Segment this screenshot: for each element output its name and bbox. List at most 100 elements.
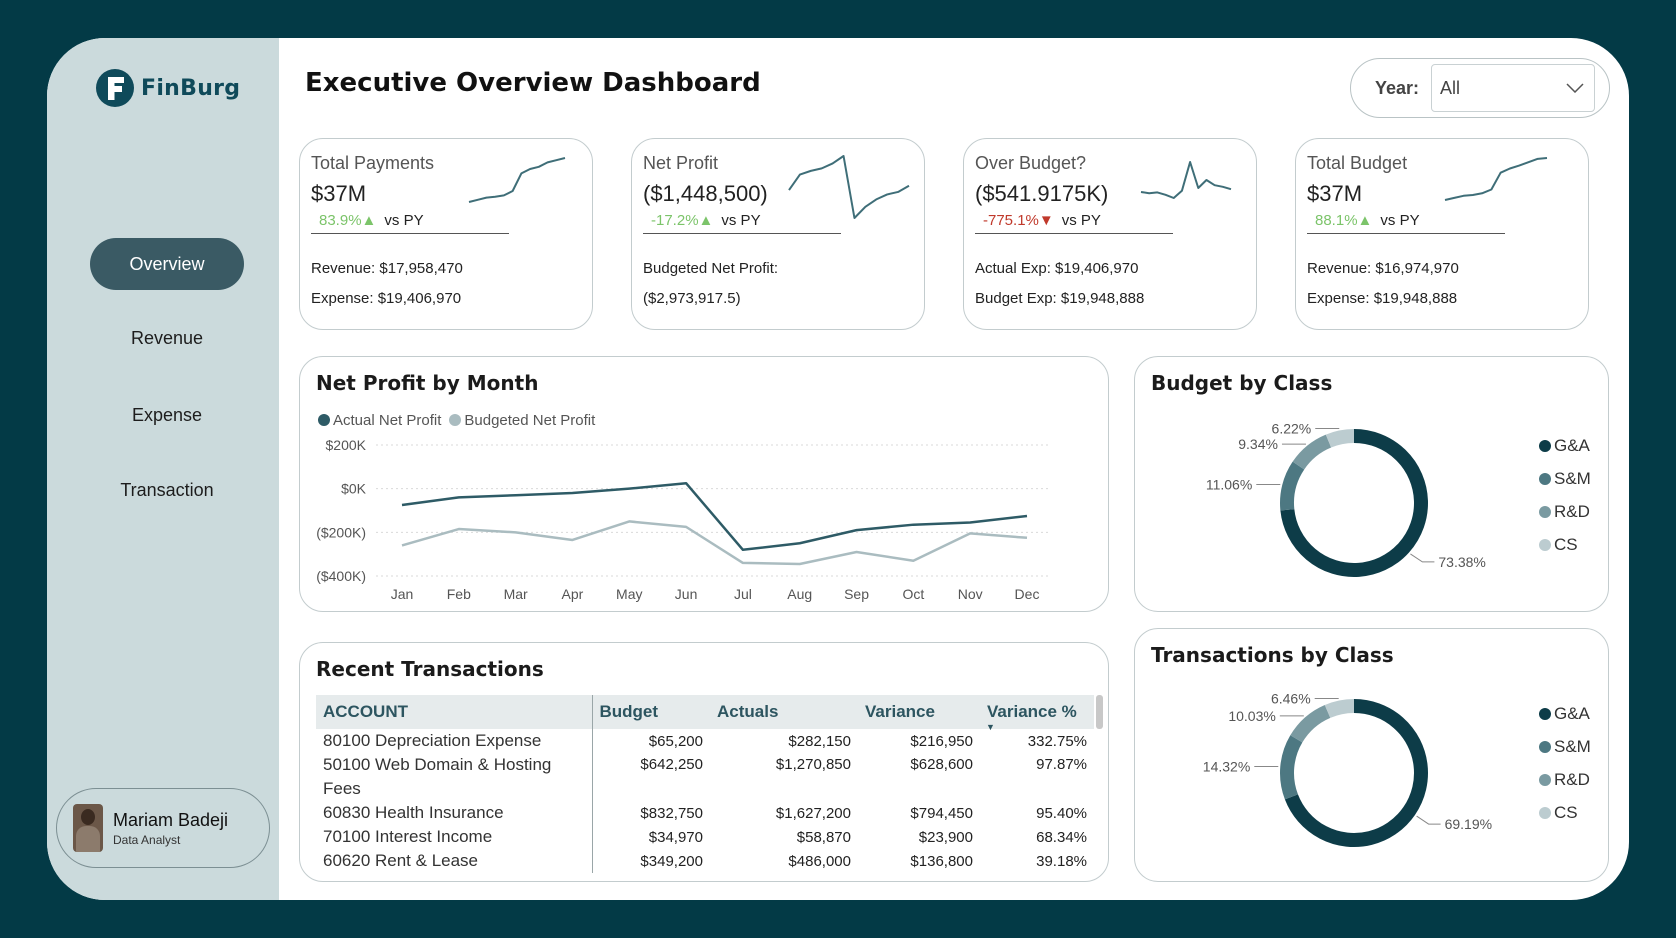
transactions-table: ACCOUNT Budget Actuals Variance Variance…	[316, 695, 1095, 873]
transactions-by-class-donut: 69.19% 14.32% 10.03%6.46%	[1203, 691, 1492, 847]
col-account[interactable]: ACCOUNT	[316, 695, 593, 729]
x-tick-label: Sep	[844, 586, 869, 602]
x-tick-label: Aug	[787, 586, 812, 602]
kpi-pct: -17.2%	[651, 212, 699, 229]
budget-by-class-legend: G&A S&M R&D CS	[1539, 429, 1591, 561]
donut-value-label: 6.22%	[1272, 420, 1312, 436]
table-row[interactable]: 60620 Rent & Lease $349,200 $486,000 $136,8…	[316, 849, 1094, 873]
kpi-detail-2: Budget Exp: $19,948,888	[975, 290, 1145, 307]
table-row[interactable]: 80100 Depreciation Expense $65,200 $282,15…	[316, 729, 1094, 753]
transactions-by-class-card: Transactions by Class 69.19% 14.32% 10.03%…	[1134, 628, 1609, 882]
net-profit-line-chart: $200K $0K ($200K) ($400K) Jan Feb Mar Apr May Jun…	[316, 437, 1048, 602]
page-title: Executive Overview Dashboard	[305, 68, 761, 98]
donut-slice-sm[interactable]	[1280, 735, 1303, 800]
sort-desc-icon: ▼	[986, 722, 995, 732]
leader-line	[1416, 815, 1441, 825]
budget-by-class-donut: 73.38% 11.06% 9.34%6.22%	[1206, 420, 1486, 577]
legend-item: S&M	[1539, 462, 1591, 495]
legend-item: R&D	[1539, 495, 1591, 528]
net-profit-chart-card: Net Profit by Month Actual Net Profit Bu…	[299, 356, 1109, 612]
kpi-pct: 83.9%	[319, 212, 362, 229]
x-tick-label: Jun	[675, 586, 698, 602]
col-budget[interactable]: Budget	[592, 695, 710, 729]
recent-transactions-card: Recent Transactions ACCOUNT Budget Actua…	[299, 642, 1109, 882]
legend-item: S&M	[1539, 730, 1591, 763]
donut-slice-cs[interactable]	[1325, 429, 1355, 448]
legend-item: CS	[1539, 796, 1591, 829]
avatar	[73, 804, 103, 852]
nav-transaction[interactable]: Transaction	[90, 464, 244, 516]
transactions-by-class-title: Transactions by Class	[1151, 643, 1394, 667]
triangle-up-icon: ▲	[361, 212, 377, 229]
kpi-vs: vs PY	[1061, 212, 1101, 229]
kpi-detail-2: ($2,973,917.5)	[643, 290, 741, 307]
kpi-detail-1: Actual Exp: $19,406,970	[975, 260, 1139, 277]
kpi-label: Total Payments	[311, 153, 435, 173]
sparkline-path	[1140, 161, 1232, 199]
legend-actual: Actual Net Profit	[318, 412, 441, 429]
year-select[interactable]: All	[1431, 64, 1596, 112]
kpi-net-profit: Net Profit ($1,448,500) -17.2%▲ vs PY Bud…	[631, 138, 925, 330]
kpi-label: Net Profit	[643, 153, 719, 173]
finburg-logo-icon	[96, 69, 134, 107]
kpi-sparkline	[1444, 157, 1548, 201]
donut-value-label: 10.03%	[1228, 708, 1275, 724]
donut-value-label: 6.46%	[1271, 691, 1311, 707]
donut-value-label: 73.38%	[1438, 554, 1485, 570]
donut-slice-sm[interactable]	[1280, 461, 1305, 511]
chevron-down-icon	[1566, 83, 1584, 93]
year-filter: Year: All	[1350, 58, 1610, 118]
donut-value-label: 9.34%	[1238, 436, 1278, 452]
y-tick-label: $0K	[341, 481, 367, 497]
y-tick-label: ($400K)	[316, 568, 366, 584]
y-tick-label: $200K	[326, 437, 367, 453]
kpi-label: Over Budget?	[975, 153, 1087, 173]
series-line-budgeted-net-profit[interactable]	[401, 520, 1028, 566]
kpi-trend: -775.1%▼ vs PY	[975, 212, 1173, 234]
nav-revenue[interactable]: Revenue	[90, 312, 244, 364]
kpi-over-budget: Over Budget? ($541.9175K) -775.1%▼ vs PY …	[963, 138, 1257, 330]
kpi-total-payments: Total Payments $37M 83.9%▲ vs PY Revenue:…	[299, 138, 593, 330]
table-scrollbar[interactable]	[1096, 695, 1103, 729]
kpi-sparkline	[788, 155, 910, 219]
series-line-actual-net-profit[interactable]	[401, 481, 1028, 552]
col-variance-pct[interactable]: Variance % ▼	[980, 695, 1094, 732]
kpi-value: ($1,448,500)	[643, 181, 768, 206]
legend-item: G&A	[1539, 429, 1591, 462]
nav-overview[interactable]: Overview	[90, 238, 244, 290]
leader-line	[1410, 553, 1435, 563]
profile-name: Mariam Badeji	[113, 809, 229, 830]
y-tick-label: ($200K)	[316, 524, 366, 540]
year-filter-label: Year:	[1375, 77, 1420, 98]
table-row[interactable]: 70100 Interest Income $34,970 $58,870 $23,9…	[316, 825, 1094, 849]
x-tick-label: Dec	[1015, 586, 1040, 602]
nav-expense[interactable]: Expense	[90, 389, 244, 441]
table-row[interactable]: 60830 Health Insurance $832,750 $1,627,200…	[316, 801, 1094, 825]
net-profit-chart-title: Net Profit by Month	[316, 371, 539, 395]
col-variance[interactable]: Variance	[858, 695, 980, 729]
kpi-trend: 88.1%▲ vs PY	[1307, 212, 1505, 234]
kpi-label: Total Budget	[1307, 153, 1408, 173]
kpi-sparkline	[468, 157, 566, 203]
table-row[interactable]: 50100 Web Domain & Hosting Fees $642,250 $…	[316, 753, 1094, 801]
donut-value-label: 11.06%	[1206, 477, 1252, 493]
table-header-row: ACCOUNT Budget Actuals Variance Variance…	[316, 695, 1094, 732]
donut-slice-rd[interactable]	[1292, 434, 1332, 470]
legend-item: G&A	[1539, 697, 1591, 730]
user-profile[interactable]: Mariam Badeji Data Analyst	[56, 788, 270, 868]
kpi-value: $37M	[311, 181, 367, 206]
kpi-value: ($541.9175K)	[975, 181, 1109, 206]
transactions-by-class-legend: G&A S&M R&D CS	[1539, 697, 1591, 829]
kpi-pct: 88.1%	[1315, 212, 1358, 229]
kpi-detail-2: Expense: $19,948,888	[1307, 290, 1458, 307]
col-actuals[interactable]: Actuals	[710, 695, 858, 729]
triangle-up-icon: ▲	[698, 212, 714, 229]
kpi-detail-1: Revenue: $17,958,470	[311, 260, 463, 277]
budget-by-class-title: Budget by Class	[1151, 371, 1333, 395]
x-tick-label: Nov	[958, 586, 983, 602]
sidebar: FinBurg Overview Revenue Expense Transac…	[47, 38, 279, 900]
donut-slice-cs[interactable]	[1324, 699, 1355, 718]
kpi-vs: vs PY	[1380, 212, 1420, 229]
legend-item: R&D	[1539, 763, 1591, 796]
sparkline-path	[468, 157, 566, 203]
